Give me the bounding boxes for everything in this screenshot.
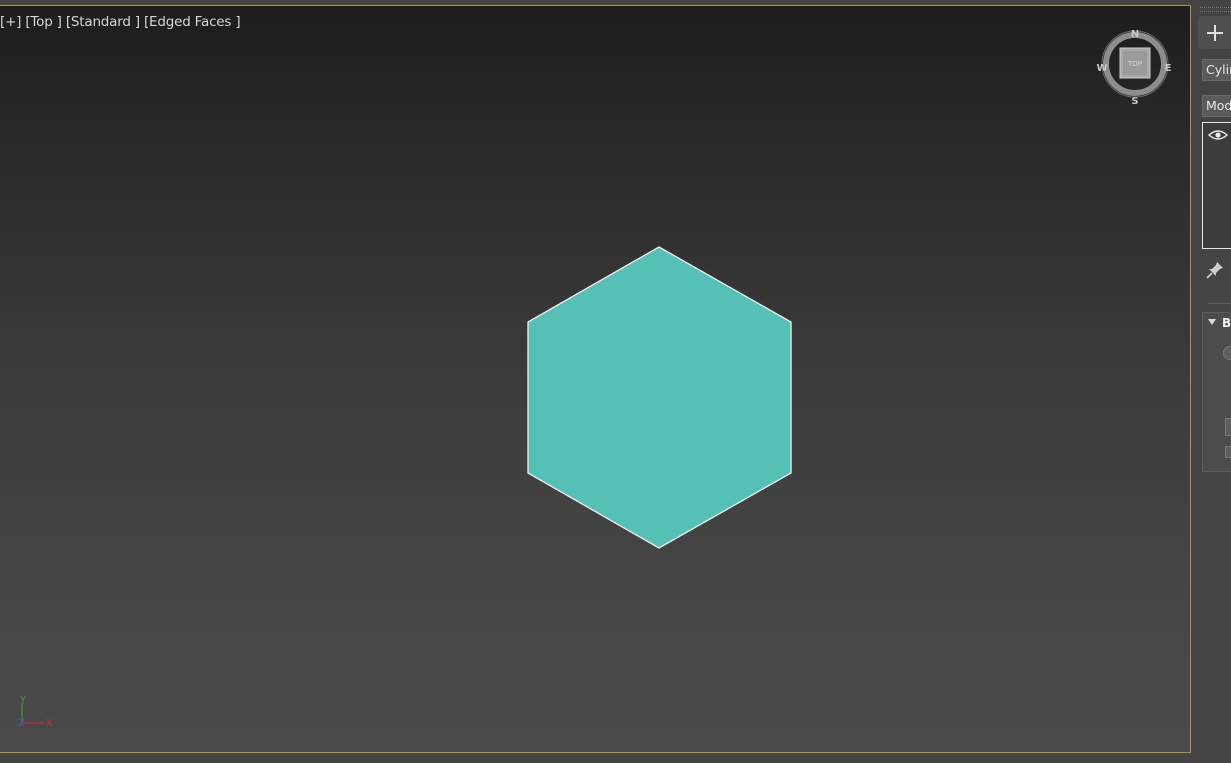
hexagon-object[interactable]: [527, 246, 792, 549]
rollout-radio-button[interactable]: [1223, 346, 1231, 360]
axis-z-label: Z: [18, 718, 25, 729]
viewport-general-menu[interactable]: [+]: [0, 14, 21, 30]
viewport-canvas: [527, 246, 792, 549]
viewport-shading-menu[interactable]: [Standard ]: [66, 14, 140, 30]
rollout-title: Basic Parameters: [1222, 316, 1231, 330]
viewport-point-of-view-menu[interactable]: [Top ]: [25, 14, 62, 30]
object-name-field[interactable]: Cylinder001: [1202, 59, 1231, 81]
viewcube-face-label: TOP: [1127, 60, 1142, 68]
panel-drag-grip[interactable]: [1200, 7, 1231, 12]
create-tab[interactable]: [1198, 16, 1231, 49]
viewport-display-menu[interactable]: [Edged Faces ]: [144, 14, 241, 30]
rollout-checkbox[interactable]: [1225, 446, 1231, 458]
viewcube[interactable]: TOP N S E W: [1095, 24, 1175, 107]
plus-icon: [1206, 24, 1223, 41]
basic-parameters-rollout: Basic Parameters: [1202, 312, 1231, 472]
app-window: [+] [Top ] [Standard ] [Edged Faces ] TO…: [0, 0, 1231, 763]
modifier-stack[interactable]: [1202, 122, 1231, 249]
rollout-header[interactable]: Basic Parameters: [1203, 316, 1231, 332]
eye-icon[interactable]: [1208, 128, 1228, 142]
top-viewport[interactable]: [+] [Top ] [Standard ] [Edged Faces ] TO…: [0, 5, 1191, 753]
viewport-label-menu: [+] [Top ] [Standard ] [Edged Faces ]: [0, 14, 241, 30]
axis-y-label: Y: [19, 695, 27, 706]
collapse-arrow-icon: [1208, 319, 1216, 325]
compass-west-label: W: [1096, 63, 1107, 74]
compass-east-label: E: [1165, 63, 1172, 74]
modifier-list-dropdown[interactable]: Modifier List: [1202, 95, 1231, 117]
compass-north-label: N: [1131, 29, 1139, 40]
axis-x-label: X: [46, 718, 53, 729]
rollout-spinner-field[interactable]: [1225, 418, 1231, 436]
command-panel: Cylinder001 Modifier List Basic Paramete…: [1196, 0, 1231, 763]
panel-divider: [1208, 303, 1231, 304]
pin-stack-icon[interactable]: [1204, 259, 1226, 281]
compass-south-label: S: [1131, 96, 1138, 104]
viewport-scene: [0, 6, 1190, 752]
axis-tripod: Y Z X: [10, 691, 60, 736]
